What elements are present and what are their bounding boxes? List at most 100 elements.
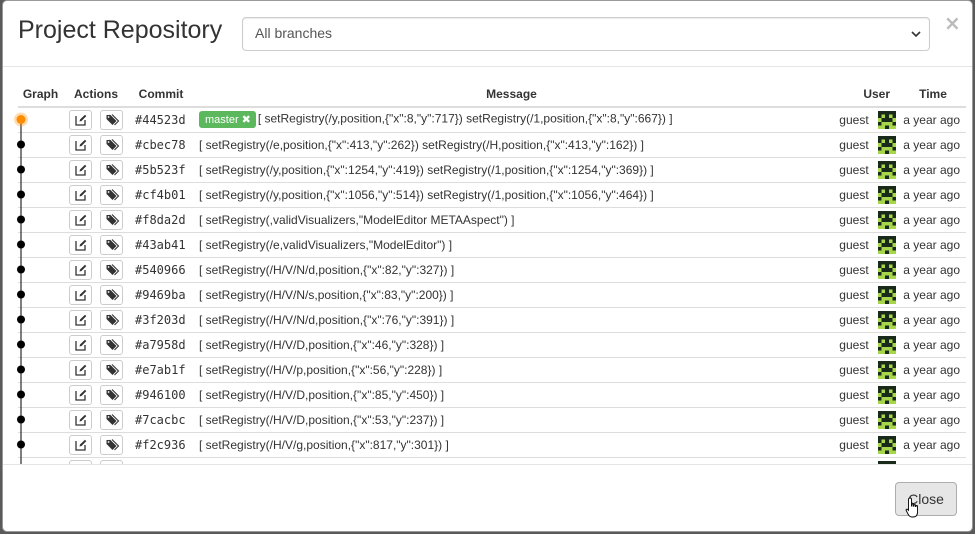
edit-icon xyxy=(75,189,87,201)
graph-node[interactable] xyxy=(17,440,25,449)
commit-message: [ setRegistry(/e,validVisualizers,"Model… xyxy=(193,231,830,257)
tag-button[interactable] xyxy=(99,334,123,355)
branch-badge[interactable]: master ✖ xyxy=(199,111,256,129)
commit-message: [ setRegistry(/H/V/D,position,{"x":85,"y… xyxy=(193,381,830,407)
remove-branch-icon[interactable]: ✖ xyxy=(242,113,251,126)
tag-button[interactable] xyxy=(99,109,123,130)
edit-button[interactable] xyxy=(69,359,93,380)
close-icon[interactable]: × xyxy=(944,13,961,33)
user-name: guest xyxy=(839,212,869,227)
user-cell: guest xyxy=(830,331,900,357)
tag-icon xyxy=(106,338,119,350)
tag-button[interactable] xyxy=(99,259,123,280)
tag-button[interactable] xyxy=(99,159,123,180)
commit-message-text: [ setRegistry(,validVisualizers,"ModelEd… xyxy=(199,212,515,227)
branch-filter-value: All branches xyxy=(255,25,333,41)
time-cell: a year ago xyxy=(900,431,966,457)
table-row[interactable]: #cbec78 [ setRegistry(/e,position,{"x":4… xyxy=(18,131,966,157)
commit-history-panel: Graph Actions Commit Message User Time #… xyxy=(3,67,972,465)
table-row[interactable]: #cf4b01 [ setRegistry(/y,position,{"x":1… xyxy=(18,181,966,207)
edit-button[interactable] xyxy=(69,284,93,305)
edit-button[interactable] xyxy=(69,134,93,155)
commit-message-text: [ setRegistry(/H/V/D,position,{"x":46,"y… xyxy=(199,337,445,352)
graph-node[interactable] xyxy=(17,415,25,424)
tag-button[interactable] xyxy=(99,284,123,305)
tag-button[interactable] xyxy=(99,434,123,455)
commit-hash: #cbec78 xyxy=(129,131,193,157)
identicon-avatar xyxy=(878,185,896,204)
edit-button[interactable] xyxy=(69,459,93,464)
edit-icon xyxy=(75,289,87,301)
edit-button[interactable] xyxy=(69,334,93,355)
edit-button[interactable] xyxy=(69,259,93,280)
user-name: guest xyxy=(839,412,869,427)
tag-button[interactable] xyxy=(99,459,123,464)
edit-icon xyxy=(75,214,87,226)
tag-button[interactable] xyxy=(99,209,123,230)
user-cell: guest xyxy=(830,231,900,257)
time-cell: a year ago xyxy=(900,456,966,464)
time-cell: a year ago xyxy=(900,381,966,407)
tag-icon xyxy=(106,263,119,275)
table-row[interactable]: #7cacbc [ setRegistry(/H/V/D,position,{"… xyxy=(18,406,966,432)
graph-node[interactable] xyxy=(17,265,25,274)
commit-message: [ setRegistry(/H/V/D,position,{"x":53,"y… xyxy=(193,406,830,432)
commit-hash: #5b523f xyxy=(129,156,193,182)
tag-button[interactable] xyxy=(99,234,123,255)
column-header-message: Message xyxy=(193,81,830,108)
edit-button[interactable] xyxy=(69,159,93,180)
graph-node[interactable] xyxy=(17,315,25,324)
tag-button[interactable] xyxy=(99,409,123,430)
graph-node[interactable] xyxy=(17,340,25,349)
time-cell: a year ago xyxy=(900,156,966,182)
edit-button[interactable] xyxy=(69,234,93,255)
edit-button[interactable] xyxy=(69,309,93,330)
table-row[interactable]: #3f203d [ setRegistry(/H/V/N/d,position,… xyxy=(18,306,966,332)
tag-button[interactable] xyxy=(99,184,123,205)
table-row[interactable]: #540966 [ setRegistry(/H/V/N/d,position,… xyxy=(18,256,966,282)
edit-button[interactable] xyxy=(69,384,93,405)
graph-node[interactable] xyxy=(17,365,25,374)
edit-button[interactable] xyxy=(69,184,93,205)
tag-button[interactable] xyxy=(99,384,123,405)
edit-button[interactable] xyxy=(69,434,93,455)
edit-button[interactable] xyxy=(69,109,93,130)
table-row[interactable]: #5b523f [ setRegistry(/y,position,{"x":1… xyxy=(18,156,966,182)
table-row[interactable]: #a7958d [ setRegistry(/H/V/D,position,{"… xyxy=(18,331,966,357)
table-row[interactable]: #e7ab1f [ setRegistry(/H/V/p,position,{"… xyxy=(18,356,966,382)
graph-node[interactable] xyxy=(17,240,25,249)
table-row[interactable]: #f2c936 [ setRegistry(/H/V/g,position,{"… xyxy=(18,431,966,457)
commit-message-text: [ setRegistry(/y,position,{"x":1056,"y":… xyxy=(199,187,654,202)
hand-cursor-icon xyxy=(905,497,918,518)
tag-button[interactable] xyxy=(99,309,123,330)
table-row[interactable]: #9469ba [ setRegistry(/H/V/N/s,position,… xyxy=(18,281,966,307)
graph-head-node[interactable] xyxy=(16,115,26,124)
actions-cell xyxy=(63,156,129,182)
graph-node[interactable] xyxy=(17,190,25,199)
graph-node[interactable] xyxy=(17,140,25,149)
edit-button[interactable] xyxy=(69,409,93,430)
table-row[interactable]: #43ab41 [ setRegistry(/e,validVisualizer… xyxy=(18,231,966,257)
commit-message: [ setRegistry(,validVisualizers,"ModelEd… xyxy=(193,206,830,232)
edit-icon xyxy=(75,414,87,426)
actions-cell xyxy=(63,181,129,207)
tag-button[interactable] xyxy=(99,134,123,155)
branch-filter-select[interactable]: All branches xyxy=(242,17,930,51)
table-row[interactable]: #44523d master ✖[ setRegistry(/y,position… xyxy=(18,106,966,132)
edit-icon xyxy=(75,389,87,401)
graph-node[interactable] xyxy=(17,290,25,299)
user-cell: guest xyxy=(830,406,900,432)
commit-message: master ✖[ setRegistry(/y,position,{"x":8,… xyxy=(193,106,830,132)
identicon-avatar xyxy=(878,360,896,379)
edit-button[interactable] xyxy=(69,209,93,230)
edit-icon xyxy=(75,264,87,276)
table-row[interactable]: #946100 [ setRegistry(/H/V/D,position,{"… xyxy=(18,381,966,407)
identicon-avatar xyxy=(878,335,896,354)
tag-button[interactable] xyxy=(99,359,123,380)
graph-node[interactable] xyxy=(17,165,25,174)
table-row[interactable]: #9add70 [ setRegistry(/H/V/D,position,{"… xyxy=(18,456,966,464)
graph-node[interactable] xyxy=(17,390,25,399)
graph-node[interactable] xyxy=(17,215,25,224)
commit-message: [ setRegistry(/y,position,{"x":1254,"y":… xyxy=(193,156,830,182)
table-row[interactable]: #f8da2d [ setRegistry(,validVisualizers,… xyxy=(18,206,966,232)
